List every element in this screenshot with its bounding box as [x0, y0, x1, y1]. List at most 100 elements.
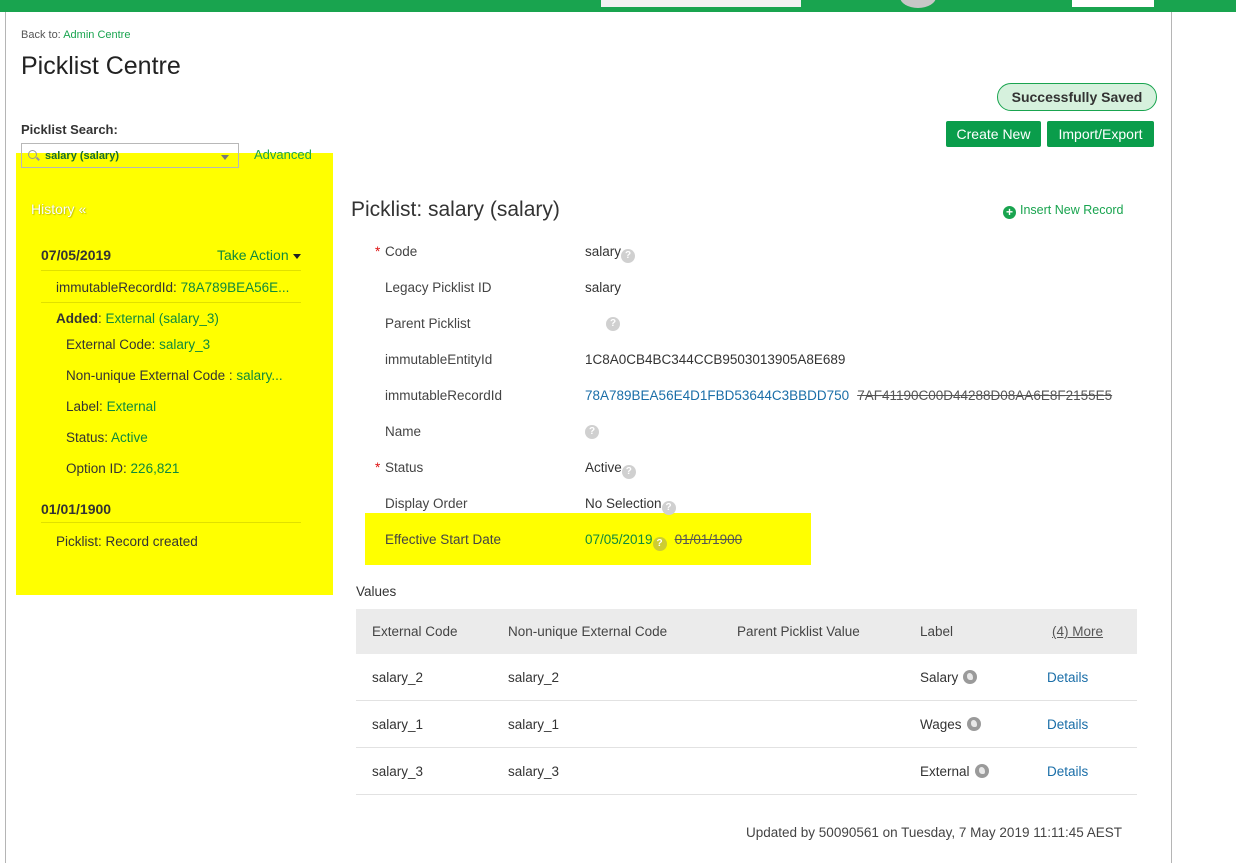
caret-down-icon — [292, 253, 301, 259]
display-order-text: No Selection — [585, 496, 662, 511]
immutable-entity-value: 1C8A0CB4BC344CCB9503013905A8E689 — [585, 352, 846, 367]
admin-centre-link[interactable]: Admin Centre — [63, 29, 130, 41]
advanced-search-link[interactable]: Advanced — [254, 147, 312, 162]
values-section-label: Values — [356, 584, 397, 599]
picklist-search-label: Picklist Search: — [21, 122, 118, 137]
divider — [41, 270, 301, 271]
cell-label: Wages — [920, 717, 981, 732]
picklist-title: Picklist: salary (salary) — [351, 198, 560, 221]
plus-circle-icon: + — [1003, 206, 1016, 219]
column-header: Parent Picklist Value — [737, 624, 860, 639]
status-text: Active — [585, 460, 622, 475]
values-table: External Code Non-unique External Code P… — [356, 609, 1137, 795]
history-detail-label: Label: External — [66, 399, 156, 414]
history-detail-non-unique: Non-unique External Code : salary... — [66, 368, 296, 383]
display-order-label: Display Order — [385, 496, 468, 511]
column-header: External Code — [372, 624, 458, 639]
display-order-value: No Selection? — [585, 496, 676, 515]
insert-new-record-link[interactable]: + Insert New Record — [1003, 203, 1124, 219]
globe-icon[interactable] — [963, 670, 978, 684]
question-mark-icon[interactable]: ? — [661, 501, 676, 515]
code-value: salary? — [585, 244, 636, 263]
breadcrumb-prefix: Back to: — [21, 29, 61, 41]
breadcrumb: Back to: Admin Centre — [21, 29, 130, 41]
parent-picklist-label: Parent Picklist — [385, 316, 471, 331]
detail-value: External — [106, 399, 157, 414]
table-header: External Code Non-unique External Code P… — [356, 609, 1137, 654]
question-mark-icon[interactable]: ? — [621, 465, 636, 479]
history-date: 01/01/1900 — [41, 501, 112, 517]
import-export-button[interactable]: Import/Export — [1047, 121, 1154, 147]
details-link[interactable]: Details — [1047, 764, 1088, 779]
immutable-record-label: immutableRecordId — [385, 388, 503, 403]
cell-external-code: salary_1 — [372, 717, 424, 732]
globe-icon[interactable] — [974, 764, 989, 778]
details-link[interactable]: Details — [1047, 717, 1088, 732]
cell-non-unique-code: salary_3 — [508, 764, 560, 779]
detail-label: Option ID: — [66, 461, 127, 476]
cell-label: Salary — [920, 670, 978, 685]
history-detail-external-code: External Code: salary_3 — [66, 337, 210, 352]
cell-non-unique-code: salary_1 — [508, 717, 560, 732]
question-mark-icon[interactable]: ? — [652, 537, 667, 551]
details-link[interactable]: Details — [1047, 670, 1088, 685]
history-added: Added: External (salary_3) — [56, 311, 219, 326]
immutable-record-new[interactable]: 78A789BEA56E4D1FBD53644C3BBDD750 — [585, 388, 849, 403]
table-row: salary_3 salary_3 External Details — [356, 748, 1137, 795]
detail-value: Active — [111, 430, 148, 445]
create-new-button[interactable]: Create New — [946, 121, 1041, 147]
detail-label: Non-unique External Code : — [66, 368, 233, 383]
immutable-entity-label: immutableEntityId — [385, 352, 493, 367]
picklist-search-value: salary (salary) — [45, 150, 119, 162]
cell-non-unique-code: salary_2 — [508, 670, 560, 685]
code-text: salary — [585, 244, 622, 259]
globe-icon[interactable] — [966, 717, 981, 731]
avatar[interactable] — [900, 0, 936, 8]
more-columns-link[interactable]: (4) More — [1052, 624, 1103, 639]
take-action-label: Take Action — [217, 247, 289, 263]
search-icon — [28, 150, 37, 159]
cell-label-text: External — [920, 764, 970, 779]
global-search-box[interactable] — [601, 0, 801, 7]
cell-label-text: Salary — [920, 670, 959, 685]
history-immutable-label: immutableRecordId: — [56, 280, 177, 295]
detail-value: salary_3 — [159, 337, 211, 352]
cell-label-text: Wages — [920, 717, 962, 732]
history-added-value: External (salary_3) — [105, 311, 219, 326]
history-toggle[interactable]: History « — [31, 201, 86, 217]
effective-start-date-label: Effective Start Date — [385, 532, 502, 547]
history-date: 07/05/2019 — [41, 247, 112, 263]
history-detail-status: Status: Active — [66, 430, 148, 445]
history-immutable-id: immutableRecordId: 78A789BEA56E... — [56, 280, 301, 295]
page-title: Picklist Centre — [21, 52, 181, 80]
insert-new-record-label: Insert New Record — [1020, 203, 1124, 217]
cell-label: External — [920, 764, 989, 779]
top-action-button[interactable] — [1072, 0, 1154, 7]
effective-start-date-new: 07/05/2019 — [585, 532, 653, 547]
status-label: Status — [385, 460, 424, 475]
question-mark-icon[interactable]: ? — [621, 249, 636, 263]
immutable-record-value: 78A789BEA56E4D1FBD53644C3BBDD750 7AF41190… — [585, 388, 1112, 403]
legacy-picklist-value: salary — [585, 280, 622, 295]
required-marker: * — [375, 244, 381, 259]
question-mark-icon[interactable]: ? — [606, 317, 620, 331]
status-badge: Successfully Saved — [997, 83, 1157, 111]
history-immutable-value: 78A789BEA56E... — [180, 280, 290, 295]
detail-label: External Code: — [66, 337, 156, 352]
divider — [41, 302, 301, 303]
detail-label: Label: — [66, 399, 103, 414]
history-added-label: Added — [56, 311, 98, 326]
immutable-record-old: 7AF41190C00D44288D08AA6E8F2155E5 — [857, 388, 1113, 403]
take-action-menu[interactable]: Take Action — [217, 247, 301, 263]
effective-start-date-value: 07/05/2019? 01/01/1900 — [585, 532, 742, 551]
detail-value: salary... — [236, 368, 283, 383]
picklist-search-input[interactable]: salary (salary) — [21, 143, 239, 168]
chevron-down-icon[interactable] — [221, 155, 229, 160]
legacy-picklist-label: Legacy Picklist ID — [385, 280, 492, 295]
divider — [41, 522, 301, 523]
table-row: salary_1 salary_1 Wages Details — [356, 701, 1137, 748]
table-row: salary_2 salary_2 Salary Details — [356, 654, 1137, 701]
code-label: Code — [385, 244, 418, 259]
question-mark-icon[interactable]: ? — [585, 425, 599, 439]
cell-external-code: salary_2 — [372, 670, 424, 685]
